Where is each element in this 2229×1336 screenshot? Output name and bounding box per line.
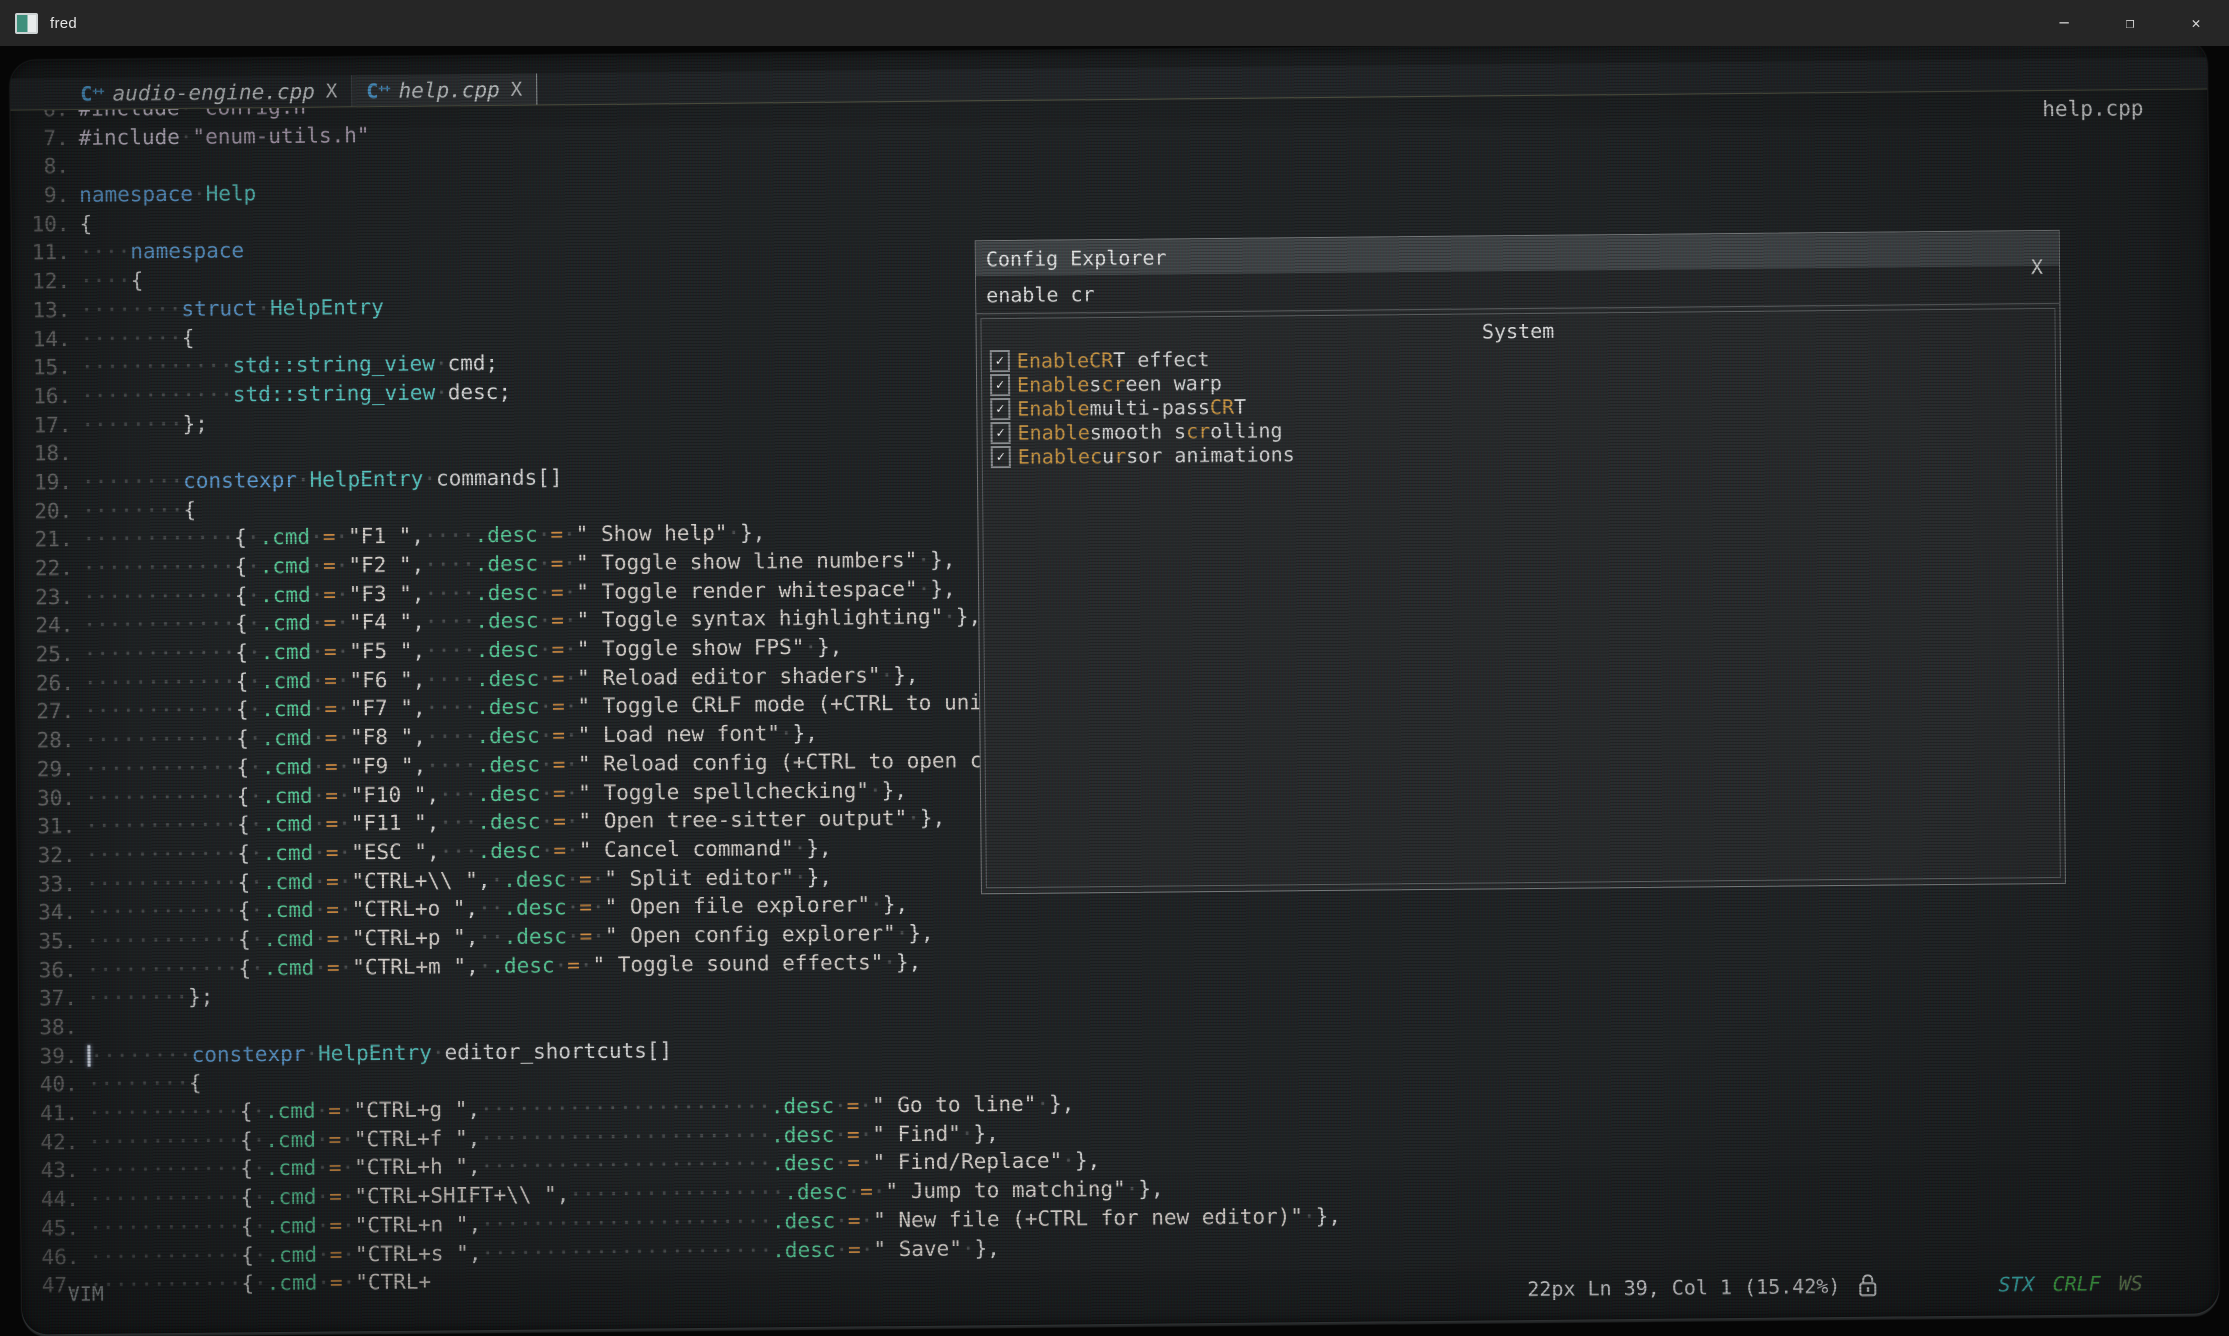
tab-close-icon[interactable]: X bbox=[326, 80, 338, 102]
flag-crlf: CRLF bbox=[2052, 1272, 2100, 1296]
window-controls: ─ ❐ ✕ bbox=[2031, 0, 2229, 46]
line-number: 41. bbox=[20, 1099, 88, 1128]
cpp-file-icon: C++ bbox=[366, 78, 390, 102]
line-number: 30. bbox=[17, 783, 85, 812]
line-number: 44. bbox=[21, 1185, 89, 1214]
os-title-bar: fred ─ ❐ ✕ bbox=[0, 0, 2229, 46]
line-number: 39. bbox=[19, 1042, 87, 1071]
config-explorer-popup: Config Explorer X enable cr System ✓Enab… bbox=[975, 230, 2066, 894]
tab-label: help.cpp bbox=[398, 77, 499, 102]
line-number: 26. bbox=[16, 669, 84, 698]
line-number: 33. bbox=[18, 869, 86, 898]
flag-stx: STX bbox=[1998, 1272, 2034, 1296]
line-number: 36. bbox=[19, 956, 87, 985]
line-number: 37. bbox=[19, 984, 87, 1013]
checkbox-checked-icon[interactable]: ✓ bbox=[990, 350, 1010, 372]
tab-close-icon[interactable]: X bbox=[511, 78, 523, 100]
app-window: fred ─ ❐ ✕ C++ audio-engine.cpp X C++ help.c… bbox=[0, 0, 2229, 1336]
minimize-button[interactable]: ─ bbox=[2031, 0, 2097, 46]
line-number: 15. bbox=[13, 353, 81, 382]
line-number: 25. bbox=[16, 640, 84, 669]
line-number: 40. bbox=[20, 1070, 88, 1099]
line-number: 46. bbox=[21, 1242, 89, 1271]
line-number: 32. bbox=[17, 841, 85, 870]
config-option-list: System ✓Enable CRT effect✓Enable screen … bbox=[980, 308, 2060, 888]
file-flags: STX CRLF WS bbox=[1998, 1271, 2143, 1296]
line-number: 8. bbox=[11, 152, 79, 181]
line-number: 11. bbox=[12, 238, 80, 267]
line-number: 16. bbox=[13, 382, 81, 411]
crt-screen: C++ audio-engine.cpp X C++ help.cpp X help.cp… bbox=[10, 39, 2219, 1334]
line-number: 18. bbox=[14, 439, 82, 468]
current-file-overlay: help.cpp bbox=[2042, 96, 2143, 121]
line-number: 43. bbox=[20, 1156, 88, 1185]
line-number: 10. bbox=[11, 210, 79, 239]
line-number: 9. bbox=[11, 181, 79, 210]
app-title: fred bbox=[50, 15, 77, 32]
line-number: 35. bbox=[18, 927, 86, 956]
line-number: 14. bbox=[12, 324, 80, 353]
line-number: 29. bbox=[17, 755, 85, 784]
line-number: 38. bbox=[19, 1013, 87, 1042]
line-number: 23. bbox=[15, 583, 83, 612]
tab-audio-engine.cpp[interactable]: C++ audio-engine.cpp X bbox=[66, 75, 352, 109]
cursor-position-text: 22px Ln 39, Col 1 (15.42%) bbox=[1527, 1274, 1840, 1301]
line-number: 19. bbox=[14, 468, 82, 497]
line-number: 45. bbox=[21, 1214, 89, 1243]
line-number: 22. bbox=[15, 554, 83, 583]
line-number: 28. bbox=[16, 726, 84, 755]
lock-icon bbox=[1856, 1273, 1878, 1299]
line-number: 42. bbox=[20, 1128, 88, 1157]
tab-label: audio-engine.cpp bbox=[112, 79, 315, 105]
line-number: 13. bbox=[12, 296, 80, 325]
tab-help.cpp[interactable]: C++ help.cpp X bbox=[352, 74, 537, 107]
line-number: 7. bbox=[11, 124, 79, 153]
maximize-button[interactable]: ❐ bbox=[2097, 0, 2163, 46]
line-number: 21. bbox=[14, 525, 82, 554]
line-number: 31. bbox=[17, 812, 85, 841]
flag-ws: WS bbox=[2119, 1271, 2143, 1295]
line-number: 34. bbox=[18, 898, 86, 927]
app-icon bbox=[15, 13, 38, 34]
line-number: 12. bbox=[12, 267, 80, 296]
checkbox-checked-icon[interactable]: ✓ bbox=[990, 422, 1010, 444]
checkbox-checked-icon[interactable]: ✓ bbox=[991, 446, 1011, 468]
close-button[interactable]: ✕ bbox=[2163, 0, 2229, 46]
cpp-file-icon: C++ bbox=[80, 81, 104, 105]
vim-mode-indicator: VIM bbox=[68, 1282, 104, 1306]
line-number: 20. bbox=[14, 497, 82, 526]
checkbox-checked-icon[interactable]: ✓ bbox=[990, 374, 1010, 396]
status-bar-right: 22px Ln 39, Col 1 (15.42%) STX CRLF WS bbox=[1527, 1270, 2143, 1302]
line-number: 24. bbox=[15, 611, 83, 640]
line-number: 17. bbox=[13, 410, 81, 439]
line-number: 27. bbox=[16, 697, 84, 726]
popup-close-icon[interactable]: X bbox=[2031, 255, 2043, 279]
checkbox-checked-icon[interactable]: ✓ bbox=[990, 398, 1010, 420]
